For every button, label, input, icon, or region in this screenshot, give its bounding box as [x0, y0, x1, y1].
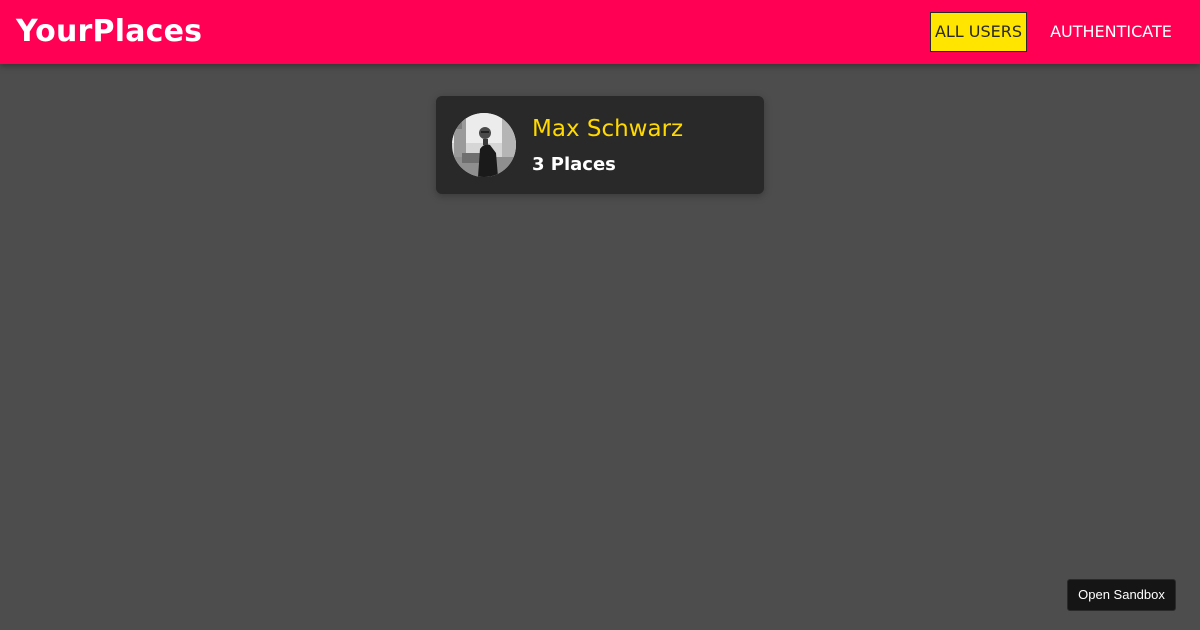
- nav-all-users[interactable]: ALL USERS: [930, 12, 1027, 52]
- user-name: Max Schwarz: [532, 116, 684, 142]
- main-header: YourPlaces ALL USERS AUTHENTICATE: [0, 0, 1200, 64]
- nav-authenticate[interactable]: AUTHENTICATE: [1038, 12, 1184, 52]
- user-card-max-schwarz[interactable]: Max Schwarz 3 Places: [436, 96, 764, 194]
- avatar-photo-icon: [452, 113, 516, 177]
- brand-logo-link[interactable]: YourPlaces: [16, 13, 202, 51]
- open-sandbox-button[interactable]: Open Sandbox: [1067, 579, 1176, 611]
- user-avatar: [452, 113, 516, 177]
- user-place-count: 3 Places: [532, 154, 616, 175]
